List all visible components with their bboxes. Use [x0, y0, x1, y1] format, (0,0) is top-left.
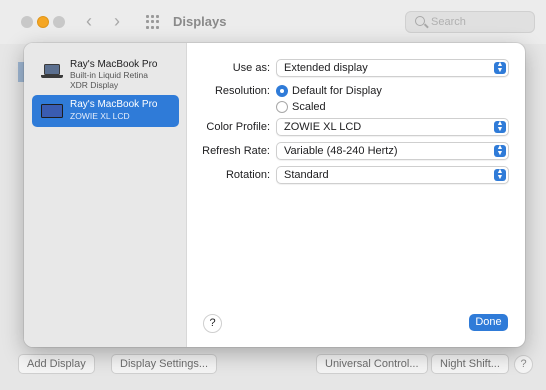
rotation-label: Rotation: — [225, 169, 270, 181]
color-profile-value: ZOWIE XL LCD — [284, 121, 362, 133]
forward-arrow-icon[interactable]: › — [114, 11, 120, 31]
color-profile-label: Color Profile: — [206, 121, 270, 133]
monitor-icon — [41, 104, 63, 118]
chevron-updown-icon: ▲ ▼ — [494, 61, 506, 74]
display-settings-sheet: Ray's MacBook Pro Built-in Liquid Retina… — [24, 43, 525, 347]
display-name: Ray's MacBook Pro — [70, 99, 158, 110]
window-title: Displays — [173, 14, 227, 29]
zoom-window-button[interactable] — [53, 16, 65, 28]
bottom-toolbar: Add Display Display Settings... Universa… — [0, 350, 546, 380]
help-button-background[interactable]: ? — [514, 355, 533, 374]
rotation-value: Standard — [284, 169, 329, 181]
laptop-icon — [41, 64, 63, 78]
display-subtitle: ZOWIE XL LCD — [70, 111, 130, 121]
help-button[interactable]: ? — [203, 314, 222, 333]
search-field[interactable]: Search — [405, 11, 535, 33]
universal-control-button[interactable]: Universal Control... — [316, 354, 428, 374]
display-item-zowie[interactable]: Ray's MacBook Pro ZOWIE XL LCD — [32, 95, 179, 127]
add-display-button[interactable]: Add Display — [18, 354, 95, 374]
search-icon — [415, 16, 425, 26]
show-all-grid-icon[interactable] — [146, 15, 160, 29]
use-as-value: Extended display — [284, 62, 368, 74]
display-item-built-in[interactable]: Ray's MacBook Pro Built-in Liquid Retina… — [32, 55, 179, 90]
display-name: Ray's MacBook Pro — [70, 59, 158, 70]
resolution-scaled-radio[interactable] — [276, 101, 288, 113]
display-subtitle: Built-in Liquid Retina — [70, 70, 148, 80]
search-placeholder: Search — [431, 16, 466, 28]
resolution-scaled-label[interactable]: Scaled — [292, 101, 326, 113]
chevron-updown-icon: ▲ ▼ — [494, 168, 506, 181]
night-shift-button[interactable]: Night Shift... — [431, 354, 509, 374]
refresh-rate-value: Variable (48-240 Hertz) — [284, 145, 398, 157]
use-as-popup[interactable]: Extended display ▲ ▼ — [276, 59, 509, 77]
chevron-updown-icon: ▲ ▼ — [494, 120, 506, 133]
refresh-rate-popup[interactable]: Variable (48-240 Hertz) ▲ ▼ — [276, 142, 509, 160]
chevron-updown-icon: ▲ ▼ — [494, 144, 506, 157]
display-list-sidebar: Ray's MacBook Pro Built-in Liquid Retina… — [24, 43, 187, 347]
display-settings-button[interactable]: Display Settings... — [111, 354, 218, 374]
use-as-label: Use as: — [232, 62, 270, 74]
display-settings-panel: Use as: Extended display ▲ ▼ Resolution: … — [187, 43, 525, 347]
back-arrow-icon[interactable]: ‹ — [86, 11, 92, 31]
resolution-default-radio[interactable] — [276, 85, 288, 97]
color-profile-popup[interactable]: ZOWIE XL LCD ▲ ▼ — [276, 118, 509, 136]
done-button[interactable]: Done — [469, 314, 508, 331]
close-window-button[interactable] — [21, 16, 33, 28]
title-bar: ‹ › Displays Search — [0, 0, 546, 44]
display-subtitle-line2: XDR Display — [70, 80, 119, 90]
minimize-window-button[interactable] — [37, 16, 49, 28]
rotation-popup[interactable]: Standard ▲ ▼ — [276, 166, 509, 184]
resolution-label: Resolution: — [214, 85, 270, 97]
refresh-rate-label: Refresh Rate: — [202, 145, 270, 157]
resolution-default-label[interactable]: Default for Display — [292, 85, 382, 97]
